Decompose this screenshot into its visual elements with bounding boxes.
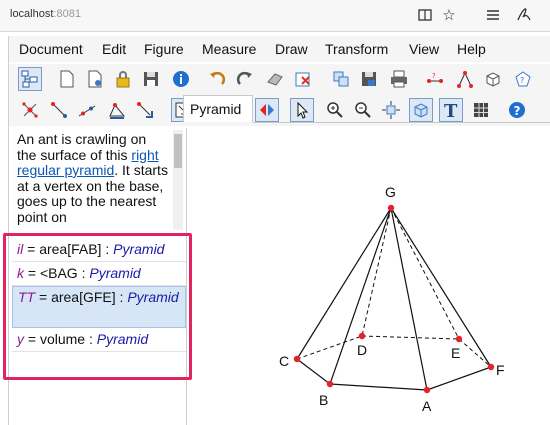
svg-text:?: ? xyxy=(520,76,524,85)
pyramid-points[interactable] xyxy=(293,204,495,394)
label-e: E xyxy=(451,345,460,361)
menu-edit[interactable]: Edit xyxy=(102,41,126,57)
save-figure-icon[interactable] xyxy=(357,67,381,91)
pointer-tool-icon[interactable] xyxy=(290,98,314,122)
point-g xyxy=(387,204,395,212)
menubar: Document Edit Figure Measure Draw Transf… xyxy=(9,36,550,62)
description-scrollbar[interactable] xyxy=(173,130,183,230)
menu-lines-icon[interactable] xyxy=(484,6,502,24)
zoom-in-icon[interactable] xyxy=(323,98,347,122)
point-c xyxy=(293,355,301,363)
undo-icon[interactable] xyxy=(205,67,229,91)
point-tool-icon[interactable] xyxy=(18,98,42,122)
select-mode-icon[interactable] xyxy=(18,67,42,91)
tab-divider xyxy=(253,122,550,123)
label-a: A xyxy=(422,398,432,414)
eraser-icon[interactable] xyxy=(263,67,287,91)
flip-tool-icon[interactable] xyxy=(255,98,279,122)
menu-transform[interactable]: Transform xyxy=(325,41,388,57)
label-g: G xyxy=(385,184,396,200)
tab-pyramid[interactable]: Pyramid xyxy=(183,95,253,122)
reader-view-icon[interactable] xyxy=(416,6,434,24)
redo-icon[interactable] xyxy=(233,67,257,91)
label-f: F xyxy=(496,362,505,378)
point-d xyxy=(358,332,366,340)
save-icon[interactable] xyxy=(139,67,163,91)
hidden-edges xyxy=(296,207,492,368)
point-a xyxy=(423,386,431,394)
grid-icon[interactable] xyxy=(469,98,493,122)
line-tool-icon[interactable] xyxy=(75,98,99,122)
highlight-annotation-box xyxy=(3,233,192,380)
lock-icon[interactable] xyxy=(111,67,135,91)
browser-bar: localhost:8081 ☆ xyxy=(0,0,550,32)
help-icon[interactable]: ? xyxy=(505,98,529,122)
point-b xyxy=(326,380,334,388)
svg-text:?: ? xyxy=(432,72,436,80)
zoom-out-icon[interactable] xyxy=(351,98,375,122)
menu-view[interactable]: View xyxy=(409,41,439,57)
segment-tool-icon[interactable] xyxy=(47,98,71,122)
point-f xyxy=(487,363,495,371)
address-bar[interactable]: localhost:8081 xyxy=(10,8,81,20)
menu-figure[interactable]: Figure xyxy=(144,41,184,57)
description-text: An ant is crawling on the surface of thi… xyxy=(17,132,147,163)
cube-group-icon[interactable] xyxy=(329,67,353,91)
delete-object-icon[interactable] xyxy=(291,67,315,91)
move-view-icon[interactable] xyxy=(379,98,403,122)
info-icon[interactable] xyxy=(169,67,193,91)
star-icon[interactable]: ☆ xyxy=(440,6,458,24)
rotate-view-icon[interactable] xyxy=(409,98,433,122)
measure-angle-icon[interactable] xyxy=(453,67,477,91)
label-d: D xyxy=(357,342,367,358)
problem-description: An ant is crawling on the surface of thi… xyxy=(17,132,169,232)
figure-canvas[interactable]: G C D E F B A xyxy=(183,159,550,425)
menu-document[interactable]: Document xyxy=(19,41,83,57)
vector-tool-icon[interactable] xyxy=(133,98,157,122)
measure-length-icon[interactable]: ? xyxy=(423,67,447,91)
svg-text:?: ? xyxy=(514,104,521,118)
pentagon-icon[interactable]: ? xyxy=(511,67,535,91)
scrollbar-thumb[interactable] xyxy=(174,134,182,168)
text-tool-icon[interactable]: T xyxy=(439,98,463,122)
menu-measure[interactable]: Measure xyxy=(202,41,256,57)
url-host: localhost xyxy=(10,8,54,20)
open-document-icon[interactable] xyxy=(83,67,107,91)
print-icon[interactable] xyxy=(387,67,411,91)
point-e xyxy=(455,335,463,343)
label-c: C xyxy=(279,353,289,369)
pen-sign-icon[interactable] xyxy=(515,6,533,24)
polygon-tool-icon[interactable] xyxy=(105,98,129,122)
toolbar-main: ? ? xyxy=(9,64,550,95)
pyramid-edges xyxy=(296,207,492,391)
menu-help[interactable]: Help xyxy=(457,41,486,57)
new-document-icon[interactable] xyxy=(55,67,79,91)
svg-text:T: T xyxy=(444,101,458,120)
url-port: :8081 xyxy=(53,8,81,20)
cube-icon[interactable] xyxy=(481,67,505,91)
label-b: B xyxy=(319,392,328,408)
menu-draw[interactable]: Draw xyxy=(275,41,308,57)
